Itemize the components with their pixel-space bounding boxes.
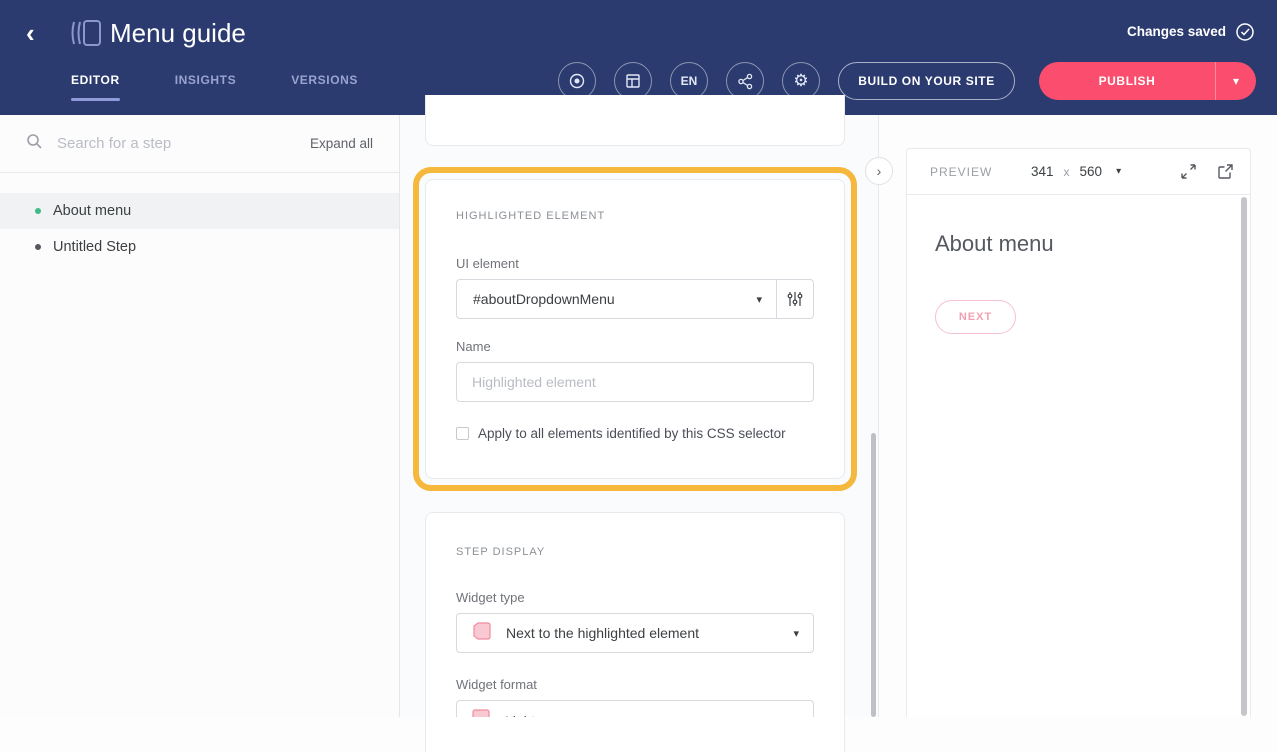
selector-settings-button[interactable]	[776, 279, 814, 319]
search-input[interactable]	[57, 135, 287, 152]
widget-type-label: Widget type	[456, 590, 814, 605]
editor-scrollbar[interactable]	[871, 433, 876, 717]
check-circle-icon	[1235, 22, 1255, 47]
expand-all-link[interactable]: Expand all	[310, 136, 373, 151]
publish-split-button[interactable]: PUBLISH ▾	[1039, 62, 1256, 100]
steps-sidebar: Expand all About menu Untitled Step	[0, 115, 400, 717]
editor-panel: HIGHLIGHTED ELEMENT UI element #aboutDro…	[400, 115, 878, 717]
tab-insights[interactable]: INSIGHTS	[175, 73, 236, 101]
step-label: Untitled Step	[53, 239, 136, 255]
next-button[interactable]: NEXT	[935, 300, 1016, 334]
page-title: Menu guide	[110, 18, 246, 49]
list-item-about-menu[interactable]: About menu	[0, 193, 399, 229]
gear-icon: ⚙	[793, 71, 808, 91]
checkbox-label: Apply to all elements identified by this…	[478, 426, 786, 441]
format-widget-icon	[471, 708, 491, 718]
ui-element-select[interactable]: #aboutDropdownMenu ▾	[456, 279, 776, 319]
name-input[interactable]	[456, 362, 814, 402]
chevron-down-icon: ▾	[793, 627, 799, 640]
tooltip-widget-icon	[471, 621, 492, 646]
search-icon	[26, 133, 43, 155]
preview-title: PREVIEW	[930, 165, 992, 179]
step-label: About menu	[53, 203, 131, 219]
preview-width: 341	[1031, 164, 1054, 179]
guide-logo-icon	[70, 18, 102, 53]
step-status-dot	[35, 208, 41, 214]
widget-format-value: Light	[505, 713, 535, 717]
preview-header: PREVIEW 341 x 560 ▾	[907, 149, 1250, 195]
open-external-icon	[1217, 163, 1234, 180]
publish-button[interactable]: PUBLISH	[1039, 74, 1215, 88]
preview-size-select[interactable]: 341 x 560 ▾	[1031, 164, 1121, 179]
publish-dropdown-button[interactable]: ▾	[1216, 74, 1256, 88]
ui-element-value: #aboutDropdownMenu	[473, 291, 615, 307]
ui-element-label: UI element	[456, 256, 814, 271]
step-display-card: STEP DISPLAY Widget type Next to the hig…	[425, 512, 845, 752]
widget-type-select[interactable]: Next to the highlighted element ▾	[456, 613, 814, 653]
chevron-down-icon: ▾	[756, 293, 762, 306]
widget-format-label: Widget format	[456, 677, 814, 692]
preview-panel: PREVIEW 341 x 560 ▾	[906, 148, 1251, 717]
back-icon[interactable]: ‹	[26, 20, 52, 48]
tab-versions[interactable]: VERSIONS	[291, 73, 358, 101]
sliders-icon	[787, 291, 803, 307]
section-title: STEP DISPLAY	[456, 546, 814, 558]
preview-zone: › PREVIEW 341 x 560 ▾	[878, 115, 1277, 717]
widget-type-value: Next to the highlighted element	[506, 625, 699, 641]
step-status-dot	[35, 244, 41, 250]
open-in-new-window-button[interactable]	[1217, 163, 1234, 180]
preview-scrollbar[interactable]	[1241, 197, 1247, 716]
build-on-your-site-button[interactable]: BUILD ON YOUR SITE	[838, 62, 1015, 100]
apply-all-checkbox-row[interactable]: Apply to all elements identified by this…	[456, 426, 814, 441]
header-tabs: EDITOR INSIGHTS VERSIONS	[71, 73, 358, 101]
widget-format-select[interactable]: Light	[456, 700, 814, 717]
preview-height: 560	[1080, 164, 1103, 179]
previous-card-partial	[425, 95, 845, 146]
checkbox-unchecked-icon[interactable]	[456, 427, 469, 440]
collapse-panel-button[interactable]: ›	[865, 157, 893, 185]
language-badge: EN	[681, 74, 698, 88]
resize-diagonal-icon	[1180, 163, 1197, 180]
tab-editor[interactable]: EDITOR	[71, 73, 120, 101]
name-label: Name	[456, 339, 814, 354]
highlighted-element-card: HIGHLIGHTED ELEMENT UI element #aboutDro…	[425, 179, 845, 479]
list-item-untitled-step[interactable]: Untitled Step	[0, 229, 399, 265]
preview-size-separator: x	[1064, 165, 1070, 179]
highlighted-element-outline: HIGHLIGHTED ELEMENT UI element #aboutDro…	[413, 167, 857, 491]
section-title: HIGHLIGHTED ELEMENT	[456, 210, 814, 222]
step-list: About menu Untitled Step	[0, 193, 399, 265]
chevron-right-icon: ›	[877, 163, 882, 179]
preview-step-title: About menu	[935, 231, 1054, 257]
step-search-row: Expand all	[0, 115, 399, 173]
fullscreen-resize-button[interactable]	[1180, 163, 1197, 180]
chevron-down-icon: ▾	[1116, 166, 1121, 177]
changes-saved-status: Changes saved	[1127, 24, 1226, 39]
chevron-down-icon: ▾	[1233, 74, 1239, 88]
